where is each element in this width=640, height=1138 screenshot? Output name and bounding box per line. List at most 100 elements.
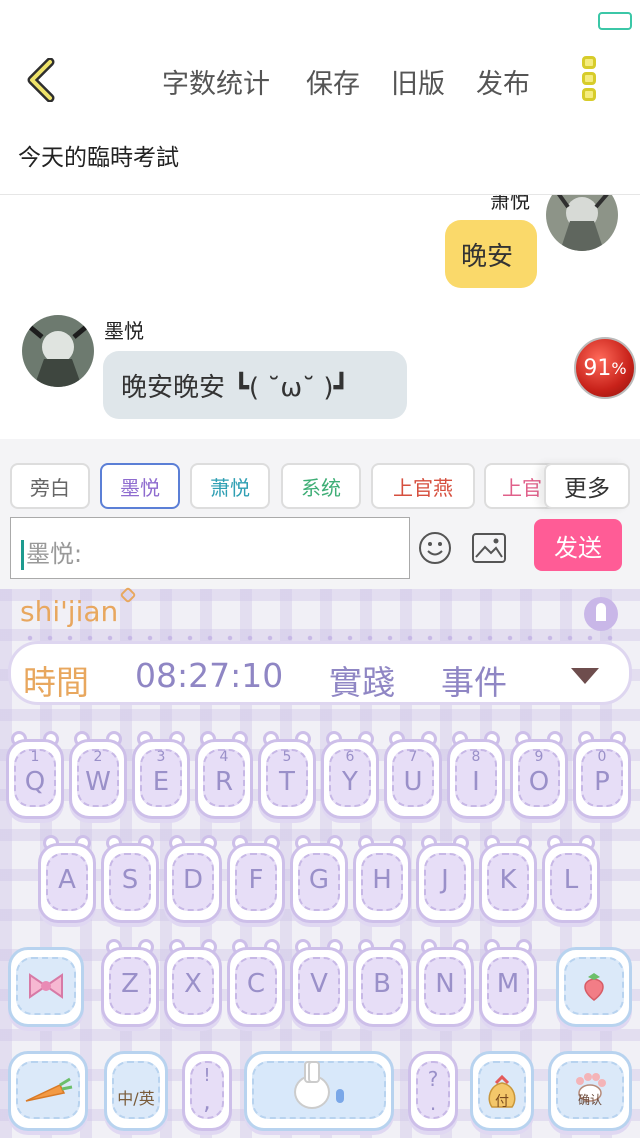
role-chip-moyue[interactable]: 墨悦 bbox=[100, 463, 180, 509]
old-version-button[interactable]: 旧版 bbox=[391, 62, 445, 101]
pencil-icon[interactable] bbox=[119, 586, 137, 604]
key-y[interactable]: 6Y bbox=[321, 729, 379, 819]
key-letter: B bbox=[373, 969, 391, 999]
key-v[interactable]: V bbox=[290, 937, 348, 1027]
key-letter: H bbox=[372, 865, 392, 895]
keyboard: shi'jian 時間 08:27:10 實踐 事件 1Q 2W 3E 4R 5… bbox=[0, 586, 640, 1138]
key-l[interactable]: L bbox=[542, 833, 600, 923]
role-chip-xiaoyue[interactable]: 萧悦 bbox=[190, 463, 270, 509]
key-u[interactable]: 7U bbox=[384, 729, 442, 819]
lang-switch-label: 中/英 bbox=[117, 1089, 155, 1108]
delete-key[interactable] bbox=[556, 937, 632, 1027]
space-key[interactable] bbox=[244, 1041, 394, 1131]
key-g[interactable]: G bbox=[290, 833, 348, 923]
key-number: 2 bbox=[93, 749, 103, 765]
key-number: 3 bbox=[156, 749, 166, 765]
key-c[interactable]: C bbox=[227, 937, 285, 1027]
sender-name-left: 墨悦 bbox=[104, 319, 144, 343]
key-letter: S bbox=[121, 865, 139, 895]
role-more-button[interactable]: 更多 bbox=[544, 463, 630, 509]
key-e[interactable]: 3E bbox=[132, 729, 190, 819]
save-button[interactable]: 保存 bbox=[306, 62, 360, 101]
key-t[interactable]: 5T bbox=[258, 729, 316, 819]
key-letter: D bbox=[182, 865, 204, 895]
document-title: 今天的臨時考試 bbox=[18, 145, 179, 171]
key-n[interactable]: N bbox=[416, 937, 474, 1027]
role-chip-system[interactable]: 系统 bbox=[281, 463, 361, 509]
candidate-3[interactable]: 實踐 bbox=[329, 656, 395, 704]
sender-name-right: 萧悦 bbox=[490, 195, 530, 213]
key-letter: G bbox=[308, 865, 330, 895]
confirm-key[interactable]: 确认 bbox=[548, 1041, 632, 1131]
battery-icon bbox=[598, 12, 632, 30]
period-label: . bbox=[429, 1091, 437, 1115]
publish-button[interactable]: 发布 bbox=[476, 62, 530, 101]
chat-area[interactable]: 萧悦 晚安 墨悦 晚安晚安 ┗( ˘ω˘ )┛ 91% bbox=[0, 195, 640, 439]
key-o[interactable]: 9O bbox=[510, 729, 568, 819]
key-r[interactable]: 4R bbox=[195, 729, 253, 819]
key-f[interactable]: F bbox=[227, 833, 285, 923]
progress-badge[interactable]: 91% bbox=[574, 337, 636, 399]
progress-value: 91 bbox=[583, 355, 612, 381]
message-bubble-left[interactable]: 晚安晚安 ┗( ˘ω˘ )┛ bbox=[103, 351, 407, 419]
exclamation-label: ! bbox=[203, 1065, 211, 1086]
message-input[interactable]: 墨悦: bbox=[10, 517, 410, 579]
strawberry-icon bbox=[584, 973, 604, 1001]
key-s[interactable]: S bbox=[101, 833, 159, 923]
key-number: 5 bbox=[282, 749, 292, 765]
role-chip-narrator[interactable]: 旁白 bbox=[10, 463, 90, 509]
word-count-button[interactable]: 字数统计 bbox=[162, 62, 270, 101]
key-k[interactable]: K bbox=[479, 833, 537, 923]
key-letter: N bbox=[435, 969, 455, 999]
key-letter: C bbox=[246, 969, 266, 999]
key-j[interactable]: J bbox=[416, 833, 474, 923]
candidate-1[interactable]: 時間 bbox=[23, 656, 89, 704]
pay-key[interactable]: 付 bbox=[470, 1041, 534, 1131]
key-letter: L bbox=[563, 865, 579, 895]
input-speaker-prefix: 墨悦: bbox=[26, 540, 83, 568]
question-label: ? bbox=[427, 1067, 439, 1091]
emoji-icon[interactable] bbox=[418, 531, 452, 565]
key-i[interactable]: 8I bbox=[447, 729, 505, 819]
header: 字数统计 保存 旧版 发布 bbox=[0, 40, 640, 120]
key-number: 0 bbox=[597, 749, 607, 765]
key-p[interactable]: 0P bbox=[573, 729, 631, 819]
composer-panel: 旁白 墨悦 萧悦 系统 上官燕 上官 更多 墨悦: 发送 bbox=[0, 439, 640, 589]
key-d[interactable]: D bbox=[164, 833, 222, 923]
candidate-2[interactable]: 08:27:10 bbox=[135, 656, 283, 695]
key-letter: O bbox=[528, 767, 550, 797]
shift-key[interactable] bbox=[8, 937, 84, 1027]
candidate-4[interactable]: 事件 bbox=[441, 656, 507, 704]
back-arrow-icon[interactable] bbox=[20, 58, 64, 102]
role-chip-shangguanyan[interactable]: 上官燕 bbox=[371, 463, 475, 509]
avatar-right[interactable] bbox=[546, 195, 618, 251]
pay-label: 付 bbox=[495, 1094, 509, 1110]
key-number: 4 bbox=[219, 749, 229, 765]
key-letter: E bbox=[152, 767, 170, 797]
expand-candidates-icon[interactable] bbox=[571, 668, 599, 684]
more-menu-icon[interactable] bbox=[582, 56, 598, 106]
image-icon[interactable] bbox=[472, 533, 506, 563]
lang-switch-key[interactable]: 中/英 bbox=[104, 1041, 168, 1131]
key-letter: A bbox=[58, 865, 76, 895]
key-a[interactable]: A bbox=[38, 833, 96, 923]
key-x[interactable]: X bbox=[164, 937, 222, 1027]
symbol-key[interactable] bbox=[8, 1041, 88, 1131]
key-m[interactable]: M bbox=[479, 937, 537, 1027]
key-letter: F bbox=[248, 865, 264, 895]
candidate-bar: 時間 08:27:10 實踐 事件 bbox=[8, 641, 632, 705]
key-letter: Q bbox=[24, 767, 46, 797]
confirm-label: 确认 bbox=[577, 1093, 602, 1107]
ime-logo-icon[interactable] bbox=[584, 597, 618, 631]
key-h[interactable]: H bbox=[353, 833, 411, 923]
comma-key[interactable]: ! , bbox=[182, 1041, 232, 1131]
key-z[interactable]: Z bbox=[101, 937, 159, 1027]
key-b[interactable]: B bbox=[353, 937, 411, 1027]
key-w[interactable]: 2W bbox=[69, 729, 127, 819]
question-key[interactable]: ? . bbox=[408, 1041, 458, 1131]
send-button[interactable]: 发送 bbox=[534, 519, 622, 571]
key-q[interactable]: 1Q bbox=[6, 729, 64, 819]
message-bubble-right[interactable]: 晚安 bbox=[445, 220, 537, 288]
key-number: 9 bbox=[534, 749, 544, 765]
avatar-left[interactable] bbox=[22, 315, 94, 387]
